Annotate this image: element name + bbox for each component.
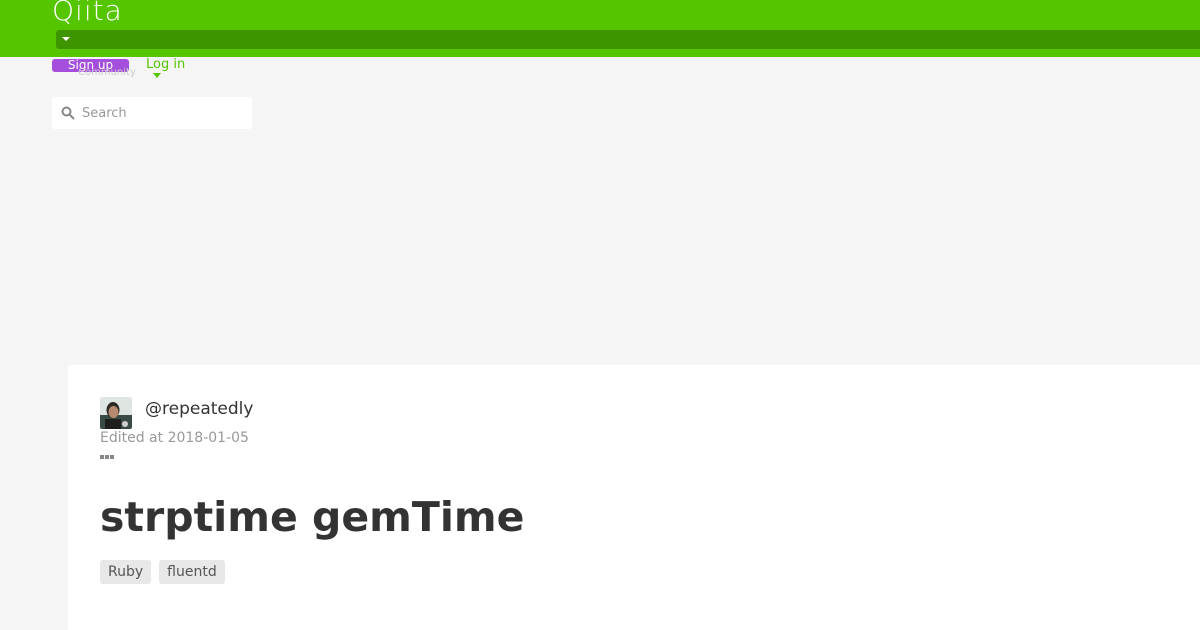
avatar-image bbox=[100, 397, 132, 429]
edited-date: Edited at 2018-01-05 bbox=[100, 430, 249, 446]
tag-fluentd[interactable]: fluentd bbox=[159, 560, 225, 584]
article-title: strptime gemTime bbox=[100, 493, 525, 541]
tag-ruby[interactable]: Ruby bbox=[100, 560, 152, 584]
avatar[interactable] bbox=[100, 397, 132, 429]
search-box[interactable] bbox=[52, 97, 252, 129]
article-card: @repeatedly Edited at 2018-01-05 strptim… bbox=[68, 365, 1200, 630]
chevron-down-icon[interactable] bbox=[153, 73, 161, 78]
more-options-icon[interactable] bbox=[100, 454, 116, 460]
qiita-logo[interactable]: Qiita bbox=[52, 0, 123, 27]
community-menu-label[interactable]: Community bbox=[78, 67, 136, 78]
author-username[interactable]: @repeatedly bbox=[145, 399, 253, 419]
tag-list: Ruby fluentd bbox=[100, 560, 225, 584]
caret-down-icon bbox=[62, 37, 70, 41]
login-link[interactable]: Log in bbox=[146, 57, 185, 72]
site-header: Qiita bbox=[0, 0, 1200, 57]
header-dropdown-bar[interactable] bbox=[56, 30, 1200, 49]
search-input[interactable] bbox=[82, 97, 248, 129]
search-icon bbox=[61, 106, 75, 120]
